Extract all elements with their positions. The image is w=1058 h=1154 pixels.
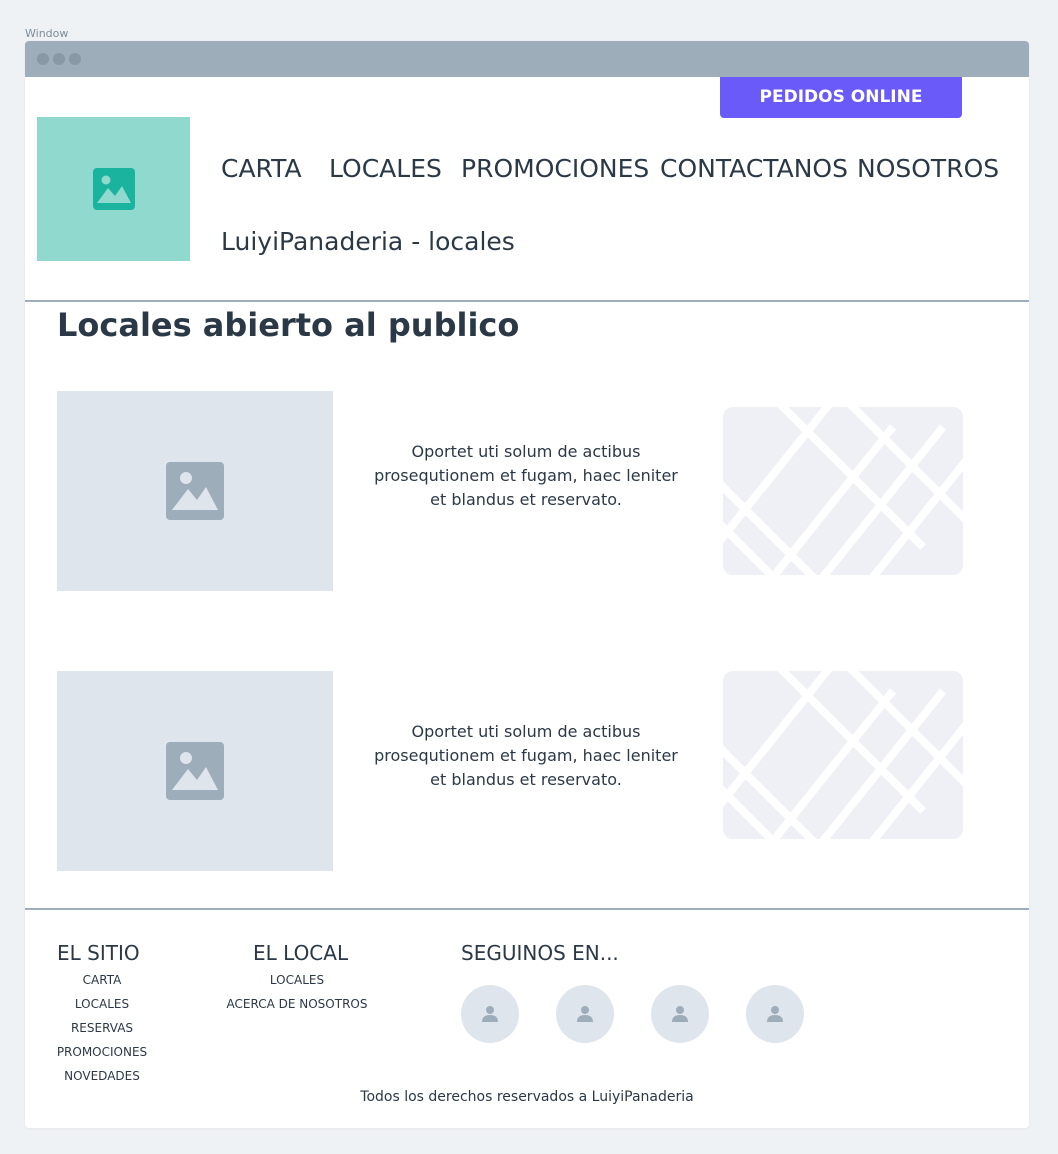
local-description: Oportet uti solum de actibus proseqution… xyxy=(374,722,678,789)
footer-sitio-title: EL SITIO xyxy=(57,941,140,965)
footer-link-nosotros[interactable]: ACERCA DE NOSOTROS xyxy=(222,997,372,1011)
page-subtitle: LuiyiPanaderia - locales xyxy=(221,227,515,256)
window-control-dot[interactable] xyxy=(69,53,81,65)
nav-item-contactanos[interactable]: CONTACTANOS xyxy=(660,154,848,183)
image-icon xyxy=(92,168,135,210)
social-button[interactable] xyxy=(461,985,519,1043)
user-icon xyxy=(672,1006,688,1022)
footer-link-reservas[interactable]: RESERVAS xyxy=(62,1021,142,1035)
local-image xyxy=(57,671,333,871)
page-title: Locales abierto al publico xyxy=(57,306,520,344)
window-titlebar xyxy=(25,41,1029,77)
footer-link-promociones[interactable]: PROMOCIONES xyxy=(52,1045,152,1059)
nav-item-locales[interactable]: LOCALES xyxy=(329,154,442,183)
map-icon[interactable] xyxy=(723,671,963,839)
logo[interactable] xyxy=(37,117,190,261)
footer-link-locales[interactable]: LOCALES xyxy=(222,973,372,987)
pedidos-online-button[interactable]: PEDIDOS ONLINE xyxy=(720,77,962,118)
footer-link-carta[interactable]: CARTA xyxy=(62,973,142,987)
browser-window: PEDIDOS ONLINE CARTA LOCALES PROMOCIONES… xyxy=(25,41,1029,1128)
image-icon xyxy=(166,742,224,800)
social-button[interactable] xyxy=(556,985,614,1043)
footer-social-title: SEGUINOS EN... xyxy=(461,941,619,965)
user-icon xyxy=(482,1006,498,1022)
map-icon[interactable] xyxy=(723,407,963,575)
image-icon xyxy=(166,462,224,520)
local-image xyxy=(57,391,333,591)
window-label: Window xyxy=(25,27,69,40)
user-icon xyxy=(767,1006,783,1022)
copyright-text: Todos los derechos reservados a LuiyiPan… xyxy=(360,1089,694,1105)
nav-item-nosotros[interactable]: NOSOTROS xyxy=(857,154,999,183)
footer-divider xyxy=(25,908,1029,910)
social-button[interactable] xyxy=(651,985,709,1043)
footer-link-novedades[interactable]: NOVEDADES xyxy=(62,1069,142,1083)
nav-item-promociones[interactable]: PROMOCIONES xyxy=(461,154,649,183)
window-control-dot[interactable] xyxy=(37,53,49,65)
social-button[interactable] xyxy=(746,985,804,1043)
window-control-dot[interactable] xyxy=(53,53,65,65)
header-divider xyxy=(25,300,1029,302)
footer-local-title: EL LOCAL xyxy=(253,941,349,965)
local-description: Oportet uti solum de actibus proseqution… xyxy=(374,442,678,509)
nav-item-carta[interactable]: CARTA xyxy=(221,154,302,183)
footer-link-locales[interactable]: LOCALES xyxy=(62,997,142,1011)
user-icon xyxy=(577,1006,593,1022)
